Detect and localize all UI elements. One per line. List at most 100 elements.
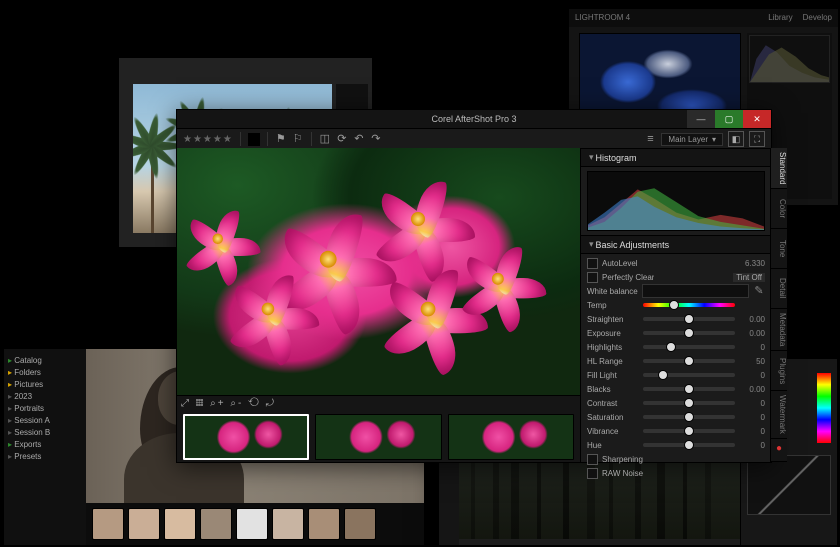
filmstrip-thumb[interactable] (272, 508, 304, 540)
vibrance-slider-row: Vibrance0 (587, 424, 765, 438)
thumbnail[interactable] (183, 414, 309, 460)
highlights-slider-row: Highlights0 (587, 340, 765, 354)
tree-item[interactable]: Pictures (8, 379, 90, 391)
filmstrip-thumb[interactable] (308, 508, 340, 540)
aftershot-window: Corel AfterShot Pro 3 — ▢ ✕ ★★★★★ ⚑ ⚐ ◫ … (176, 109, 772, 463)
layer-dropdown[interactable]: Main Layer▾ (661, 133, 723, 146)
compare-icon[interactable]: ◧ (728, 131, 744, 147)
tree-item[interactable]: Session B (8, 427, 90, 439)
tree-item[interactable]: Session A (8, 415, 90, 427)
straighten-slider[interactable] (643, 317, 735, 321)
exposure-slider[interactable] (643, 331, 735, 335)
highlights-slider[interactable] (643, 345, 735, 349)
filmstrip-thumb[interactable] (200, 508, 232, 540)
hue-slider-row: Hue0 (587, 438, 765, 452)
fullscreen-icon[interactable]: ⛶ (749, 131, 765, 147)
filmstrip-thumb[interactable] (344, 508, 376, 540)
vibrance-slider[interactable] (643, 429, 735, 433)
basic-adjustments-header[interactable]: Basic Adjustments (581, 235, 771, 254)
browser-folder-tree[interactable]: CatalogFoldersPictures2023PortraitsSessi… (4, 349, 94, 545)
rotate-icon[interactable]: ⟳ (336, 133, 348, 145)
side-tab-standard[interactable]: Standard (771, 148, 787, 189)
rawnoise-checkbox[interactable] (587, 468, 598, 479)
rawnoise-slider-row: RAW Noise (587, 466, 765, 480)
histogram-chart (587, 171, 765, 231)
autolevel-row: AutoLevel 6.330 (587, 256, 765, 270)
thumbnail[interactable] (315, 414, 441, 460)
undo-icon[interactable]: ↶ (353, 133, 365, 145)
fillrange-slider[interactable] (643, 359, 735, 363)
side-tab-color[interactable]: Color (771, 189, 787, 229)
temp-slider[interactable] (643, 303, 735, 307)
thumbnail-bar: ⤢ ▦ ⌕+ ⌕- ⟲ ⤾ (177, 395, 580, 462)
side-tab-metadata[interactable]: Metadata (771, 309, 787, 351)
hue-slider[interactable] (643, 443, 735, 447)
sharpening-slider-row: Sharpening (587, 452, 765, 466)
tint-off-button[interactable]: Tint Off (733, 273, 765, 282)
filmstrip-thumb[interactable] (236, 508, 268, 540)
histogram-header[interactable]: Histogram (581, 148, 771, 167)
sharpening-checkbox[interactable] (587, 454, 598, 465)
tree-item[interactable]: Portraits (8, 403, 90, 415)
slider-knob[interactable] (684, 384, 694, 394)
layers-icon[interactable]: ≡ (644, 133, 656, 145)
filmstrip-thumb[interactable] (164, 508, 196, 540)
color-spectrum[interactable] (817, 373, 831, 443)
eyedropper-icon[interactable]: ✎ (753, 285, 765, 297)
white-balance-row: White balance ✎ (587, 284, 765, 298)
lightroom-tab-develop[interactable]: Develop (803, 9, 832, 27)
browser-filmstrip[interactable] (86, 503, 424, 545)
slider-knob[interactable] (684, 314, 694, 324)
panel-side-tabs: StandardColorToneDetailMetadataPluginsWa… (770, 148, 787, 462)
flag-set-icon[interactable]: ⚑ (275, 133, 287, 145)
filllight-slider[interactable] (643, 373, 735, 377)
window-maximize-button[interactable]: ▢ (715, 110, 743, 128)
slider-knob[interactable] (684, 426, 694, 436)
tree-item[interactable]: 2023 (8, 391, 90, 403)
window-minimize-button[interactable]: — (687, 110, 715, 128)
window-close-button[interactable]: ✕ (743, 110, 771, 128)
filmstrip-thumb[interactable] (92, 508, 124, 540)
blacks-slider[interactable] (643, 387, 735, 391)
side-tab-tone[interactable]: Tone (771, 229, 787, 269)
tree-item[interactable]: Catalog (8, 355, 90, 367)
exposure-slider-row: Exposure0.00 (587, 326, 765, 340)
slider-knob[interactable] (666, 342, 676, 352)
main-photo[interactable] (177, 148, 580, 395)
thumb-tools[interactable]: ⤢ ▦ ⌕+ ⌕- ⟲ ⤾ (177, 396, 580, 414)
side-tab-plugins[interactable]: Plugins (771, 351, 787, 391)
slider-knob[interactable] (669, 300, 679, 310)
titlebar[interactable]: Corel AfterShot Pro 3 — ▢ ✕ (177, 110, 771, 128)
filllight-slider-row: Fill Light0 (587, 368, 765, 382)
record-indicator-icon: ● (771, 439, 787, 462)
slider-knob[interactable] (684, 440, 694, 450)
contrast-slider[interactable] (643, 401, 735, 405)
lightroom-tab-library[interactable]: Library (768, 9, 792, 27)
filmstrip-thumb[interactable] (128, 508, 160, 540)
flag-reject-icon[interactable]: ⚐ (292, 133, 304, 145)
slider-knob[interactable] (684, 412, 694, 422)
viewer-pane: ⤢ ▦ ⌕+ ⌕- ⟲ ⤾ (177, 148, 580, 462)
lightroom-histogram (749, 35, 830, 83)
tree-item[interactable]: Folders (8, 367, 90, 379)
adjustments-panel: Histogram Basic Adjustments AutoLevel 6.… (580, 148, 771, 462)
saturation-slider[interactable] (643, 415, 735, 419)
crop-icon[interactable]: ◫ (319, 133, 331, 145)
perfectly-clear-checkbox[interactable] (587, 272, 598, 283)
redo-icon[interactable]: ↷ (370, 133, 382, 145)
tree-item[interactable]: Exports (8, 439, 90, 451)
white-balance-dropdown[interactable] (642, 284, 749, 298)
autolevel-checkbox[interactable] (587, 258, 598, 269)
slider-knob[interactable] (684, 398, 694, 408)
side-tab-detail[interactable]: Detail (771, 269, 787, 309)
slider-knob[interactable] (684, 328, 694, 338)
color-swatch[interactable] (258, 133, 260, 146)
temp-slider-row: Temp (587, 298, 765, 312)
perfectly-clear-row: Perfectly Clear Tint Off (587, 270, 765, 284)
rating-stars[interactable]: ★★★★★ (183, 134, 233, 145)
slider-knob[interactable] (658, 370, 668, 380)
slider-knob[interactable] (684, 356, 694, 366)
thumbnail[interactable] (448, 414, 574, 460)
tree-item[interactable]: Presets (8, 451, 90, 463)
side-tab-watermark[interactable]: Watermark (771, 391, 787, 439)
